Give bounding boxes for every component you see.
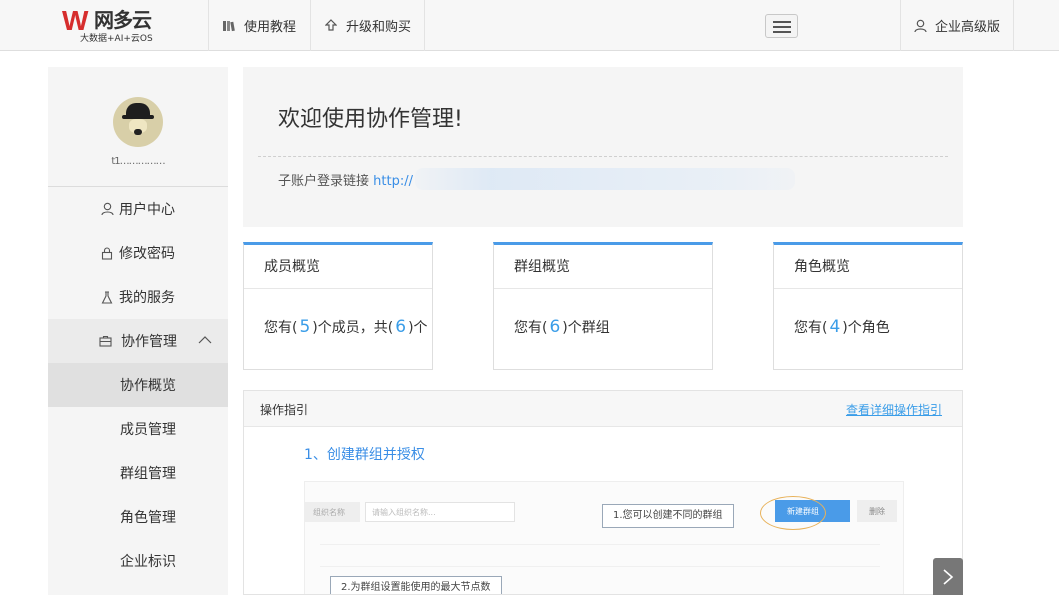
login-link-label: 子账户登录链接 (278, 174, 370, 189)
tutorial-label: 使用教程 (244, 20, 297, 35)
shot-search-input: 请输入组织名称... (365, 502, 515, 522)
upgrade-link[interactable]: 升级和购买 (324, 0, 411, 51)
card-text: )个 (408, 320, 428, 336)
redacted-url-blur (415, 168, 795, 190)
book-icon (222, 19, 236, 33)
logo-subtitle: 大数据+AI+云OS (80, 34, 153, 44)
chevron-right-icon (943, 568, 954, 585)
card-text: )个成员，共( (312, 320, 394, 336)
operation-guide-panel: 操作指引 查看详细操作指引 1、创建群组并授权 组织名称 请输入组织名称... … (243, 390, 963, 595)
logo[interactable]: W 网多云 大数据+AI+云OS (62, 6, 182, 46)
divider (258, 156, 948, 157)
edition-menu[interactable]: 企业高级版 (913, 0, 1000, 51)
sidebar-item-my-services[interactable]: 我的服务 (48, 275, 228, 319)
page-title: 欢迎使用协作管理! (278, 107, 463, 132)
sidebar-item-label: 修改密码 (119, 246, 175, 262)
card-text: 您有( (264, 320, 298, 336)
login-link-row: 子账户登录链接 http:// (278, 170, 413, 189)
login-url-link[interactable]: http:// (373, 174, 413, 189)
flask-icon (100, 290, 114, 304)
sidebar-item-label: 协作概览 (120, 378, 176, 394)
user-profile: t1…………… (48, 67, 228, 187)
sidebar-item-user-center[interactable]: 用户中心 (48, 187, 228, 231)
next-arrow-button[interactable] (933, 558, 963, 595)
sidebar-item-change-password[interactable]: 修改密码 (48, 231, 228, 275)
sidebar-item-label: 用户中心 (119, 202, 175, 218)
card-text: 您有( (794, 320, 828, 336)
sidebar-item-label: 我的服务 (119, 290, 175, 306)
user-icon (913, 19, 927, 33)
username: t1…………… (111, 156, 165, 167)
sidebar-item-label: 角色管理 (120, 510, 176, 526)
logo-name: 网多云 (94, 8, 152, 32)
sidebar-item-branding[interactable]: 企业标识 (48, 539, 228, 583)
card-title: 成员概览 (244, 245, 432, 289)
card-text: 您有( (514, 320, 548, 336)
sidebar-item-label: 协作管理 (121, 334, 177, 350)
guide-screenshot: 组织名称 请输入组织名称... 新建群组 删除 1.您可以创建不同的群组 2.为… (304, 481, 904, 594)
shot-delete-button: 删除 (857, 500, 897, 522)
card-body: 您有(6)个群组 (494, 289, 712, 337)
sidebar-item-collab-overview[interactable]: 协作概览 (48, 363, 228, 407)
menu-toggle-button[interactable] (765, 14, 798, 38)
upload-icon (324, 19, 338, 33)
groups-overview-card: 群组概览 您有(6)个群组 (493, 242, 713, 370)
tutorial-link[interactable]: 使用教程 (222, 0, 296, 51)
sidebar: t1…………… 用户中心 修改密码 我的服务 协作管理 协作概览 成员管理 群组… (48, 67, 228, 595)
logo-mark: W (62, 5, 88, 36)
sidebar-item-label: 成员管理 (120, 422, 176, 438)
highlight-ellipse (760, 496, 826, 530)
divider (1013, 0, 1014, 51)
avatar[interactable] (113, 97, 163, 147)
card-body: 您有(4)个角色 (774, 289, 962, 337)
callout-max-nodes: 2.为群组设置能使用的最大节点数 (330, 576, 502, 594)
role-count[interactable]: 4 (827, 317, 842, 337)
card-title: 角色概览 (774, 245, 962, 289)
sidebar-item-members[interactable]: 成员管理 (48, 407, 228, 451)
shot-table-row (320, 566, 880, 567)
guide-header: 操作指引 查看详细操作指引 (244, 391, 962, 427)
welcome-panel: 欢迎使用协作管理! 子账户登录链接 http:// (243, 67, 963, 227)
divider (900, 0, 901, 51)
divider (424, 0, 425, 51)
lock-icon (100, 246, 114, 260)
detail-guide-link[interactable]: 查看详细操作指引 (846, 401, 942, 418)
roles-overview-card: 角色概览 您有(4)个角色 (773, 242, 963, 370)
divider (310, 0, 311, 51)
step-title: 1、创建群组并授权 (304, 447, 425, 463)
callout-create-group: 1.您可以创建不同的群组 (602, 504, 734, 528)
card-body: 您有(5)个成员，共(6)个 (244, 289, 432, 337)
member-count[interactable]: 5 (297, 317, 312, 337)
shot-search-label: 组织名称 (305, 502, 360, 522)
card-text: )个角色 (842, 320, 890, 336)
sidebar-item-groups[interactable]: 群组管理 (48, 451, 228, 495)
member-total[interactable]: 6 (393, 317, 408, 337)
top-navbar: W 网多云 大数据+AI+云OS 使用教程 升级和购买 企业高级版 (0, 0, 1059, 51)
card-text: )个群组 (562, 320, 610, 336)
upgrade-label: 升级和购买 (346, 20, 412, 35)
briefcase-icon (98, 334, 112, 348)
edition-label: 企业高级版 (935, 20, 1001, 35)
shot-table-header (320, 544, 880, 545)
sidebar-item-label: 群组管理 (120, 466, 176, 482)
chevron-up-icon[interactable] (198, 333, 212, 345)
sidebar-item-collaboration[interactable]: 协作管理 (48, 319, 228, 363)
sidebar-item-label: 企业标识 (120, 554, 176, 570)
user-icon (100, 202, 114, 216)
members-overview-card: 成员概览 您有(5)个成员，共(6)个 (243, 242, 433, 370)
card-title: 群组概览 (494, 245, 712, 289)
guide-title: 操作指引 (260, 403, 309, 417)
divider (208, 0, 209, 51)
sidebar-item-roles[interactable]: 角色管理 (48, 495, 228, 539)
group-count[interactable]: 6 (547, 317, 562, 337)
